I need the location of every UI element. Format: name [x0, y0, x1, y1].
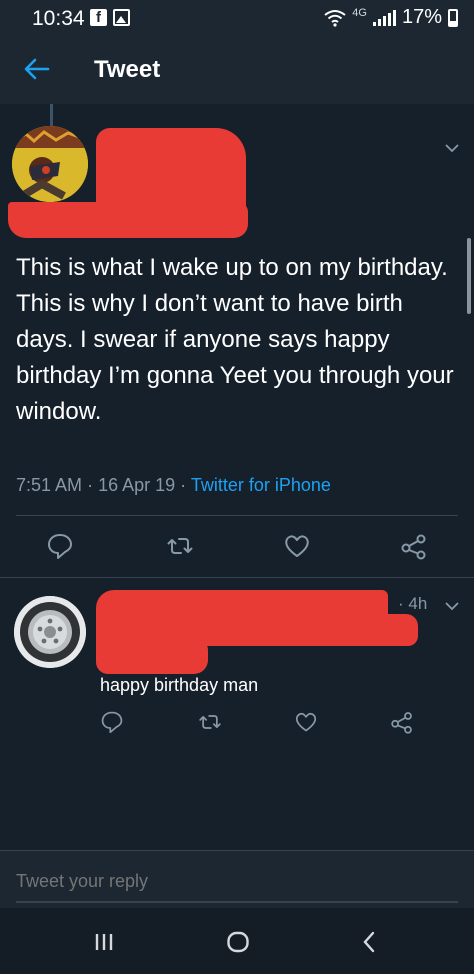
retweet-icon: [199, 715, 221, 729]
tweet-text: This is what I wake up to on my birthday…: [16, 254, 454, 425]
battery-percentage: 17%: [401, 6, 442, 28]
scrollbar[interactable]: [467, 238, 471, 314]
signal-strength-icon: [372, 9, 396, 26]
comment-icon: [48, 534, 72, 559]
arrow-left-icon[interactable]: [22, 54, 52, 84]
chevron-down-icon[interactable]: [444, 598, 460, 614]
share-icon: [391, 712, 412, 734]
reply-text: happy birthday man: [100, 675, 259, 695]
author-avatar[interactable]: [12, 126, 88, 202]
recent-apps-icon[interactable]: [90, 928, 118, 956]
page-title: Tweet: [94, 56, 161, 83]
redacted-reply-context: [96, 640, 208, 674]
status-time: 10:34: [32, 7, 85, 30]
tweet-time: 7:51 AM: [16, 475, 83, 495]
divider: [0, 577, 474, 578]
share-icon: [401, 534, 426, 560]
battery-icon: [448, 8, 458, 27]
compose-reply-bar: [0, 850, 474, 908]
retweet-icon: [167, 538, 193, 554]
like-button[interactable]: [283, 532, 311, 560]
home-icon[interactable]: [224, 928, 252, 956]
tweet-metadata: 7:51 AM · 16 Apr 19 · Twitter for iPhone: [16, 475, 331, 495]
facebook-notification-icon: [90, 9, 107, 26]
heart-icon: [295, 712, 317, 732]
wheel-avatar-image: [14, 596, 86, 668]
redacted-author-handle: [8, 202, 248, 238]
comment-icon: [101, 711, 123, 734]
wifi-icon: [324, 9, 346, 27]
author-avatar-image: [12, 126, 88, 202]
system-navigation-bar: [0, 908, 474, 974]
reply-retweet-button[interactable]: [198, 710, 222, 734]
heart-icon: [285, 535, 309, 557]
reply-age-value: 4h: [408, 594, 428, 613]
tweet-source-link[interactable]: Twitter for iPhone: [191, 475, 331, 495]
reply-age: · 4h: [398, 594, 428, 613]
divider: [16, 515, 458, 516]
share-button[interactable]: [400, 532, 428, 560]
tweet-date: 16 Apr 19: [98, 475, 176, 495]
reply-button[interactable]: [46, 532, 74, 560]
reply-input[interactable]: [16, 871, 436, 892]
reply-author-avatar[interactable]: [14, 596, 86, 668]
status-bar: 10:34 4G 17%: [0, 0, 474, 36]
retweet-button[interactable]: [166, 532, 194, 560]
gallery-notification-icon: [113, 9, 130, 26]
reply-share-button[interactable]: [390, 710, 414, 734]
top-app-bar: Tweet: [0, 36, 474, 104]
reply-like-button[interactable]: [294, 710, 318, 734]
thread-connector: [50, 104, 53, 126]
chevron-down-icon[interactable]: [444, 140, 460, 156]
network-type-label: 4G: [352, 6, 367, 19]
reply-input-underline: [16, 901, 458, 903]
back-nav-icon[interactable]: [356, 928, 384, 956]
reply-to-reply-button[interactable]: [100, 710, 124, 734]
